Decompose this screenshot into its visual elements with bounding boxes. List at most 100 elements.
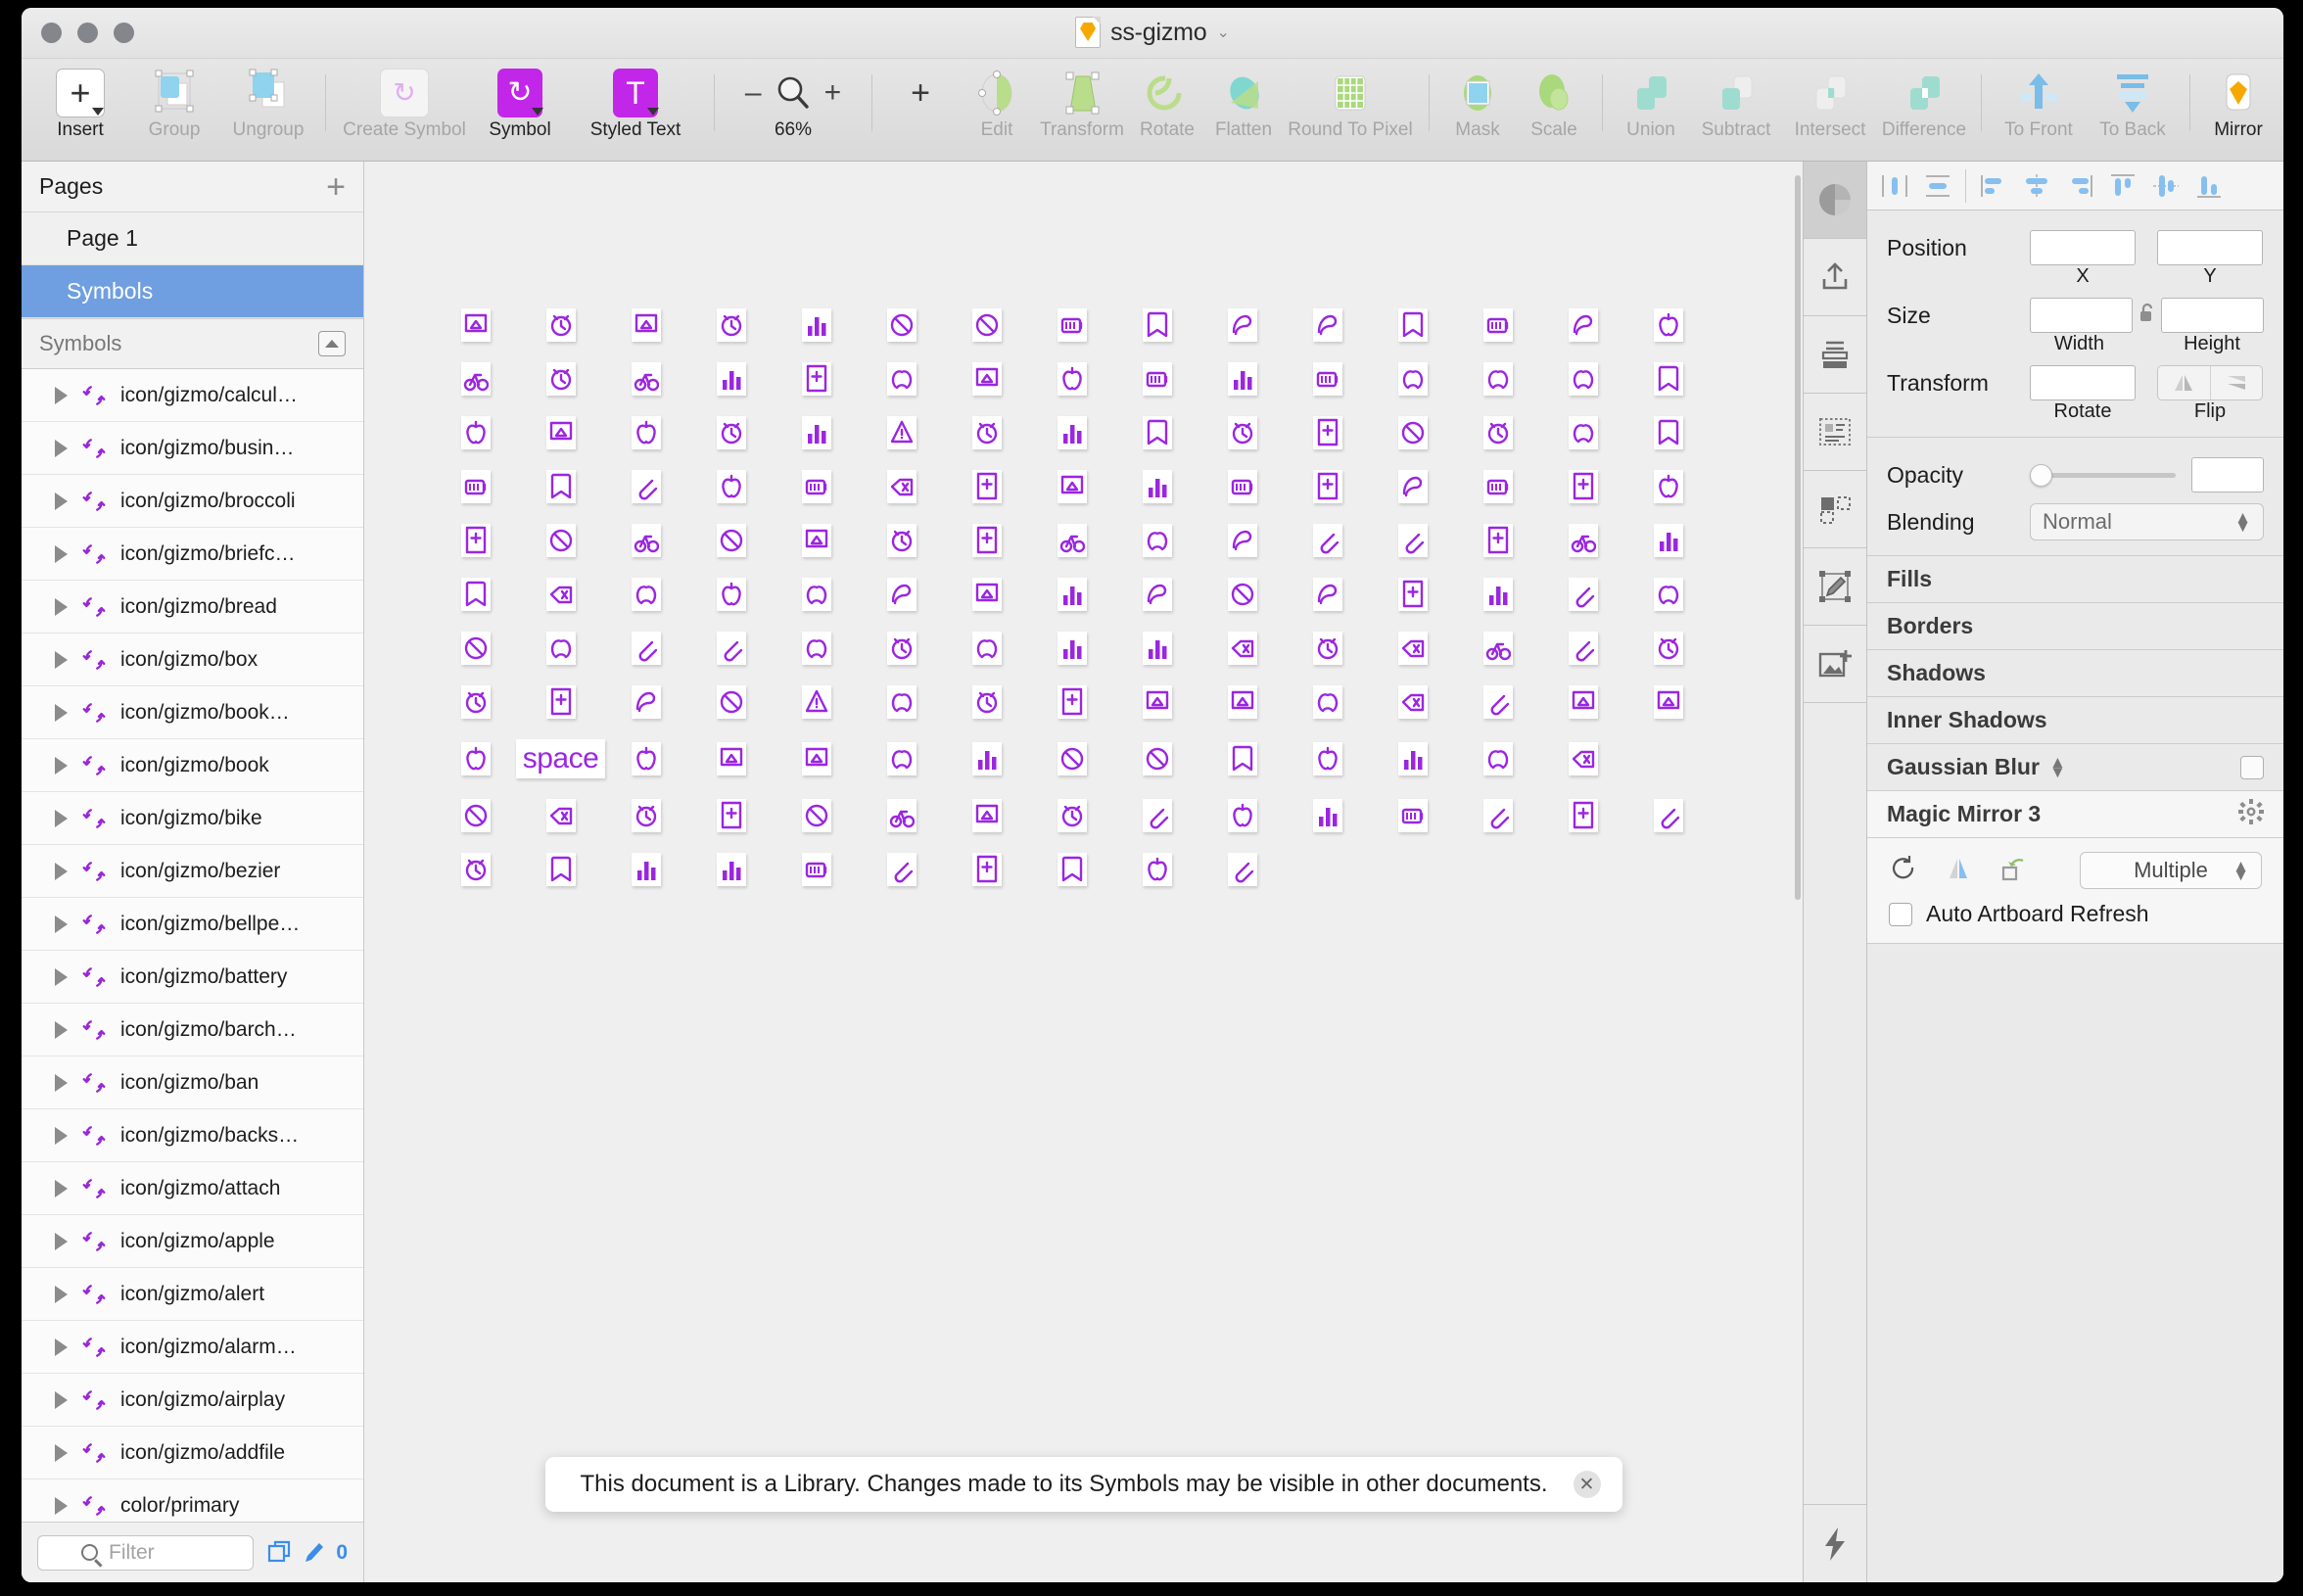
- symbol-list-item[interactable]: icon/gizmo/alert: [22, 1268, 363, 1321]
- lightning-bolt-icon[interactable]: [1804, 1505, 1866, 1582]
- search-input[interactable]: [81, 1540, 254, 1565]
- symbol-list-item[interactable]: icon/gizmo/ban: [22, 1056, 363, 1109]
- symbol-tile-quote[interactable]: [886, 799, 916, 832]
- symbol-tile-up[interactable]: [971, 799, 1002, 832]
- symbol-tile-umbrella2[interactable]: [545, 685, 576, 719]
- symbol-tile-bellpepper[interactable]: [1312, 308, 1342, 342]
- symbol-tile-mug[interactable]: [1227, 578, 1257, 611]
- symbol-tile-copyfile[interactable]: [545, 416, 576, 449]
- symbol-tile-drop[interactable]: [1653, 416, 1683, 449]
- toolbar-mask[interactable]: Mask: [1439, 65, 1516, 141]
- symbol-tile-battery[interactable]: [1227, 308, 1257, 342]
- toolbar-flatten[interactable]: Flatten: [1205, 65, 1282, 141]
- symbol-list-item[interactable]: icon/gizmo/bike: [22, 792, 363, 845]
- symbol-tile-timer[interactable]: [1142, 742, 1172, 775]
- symbol-tile-drop2[interactable]: [1397, 524, 1428, 557]
- opacity-slider[interactable]: [2030, 463, 2176, 487]
- flip-vertical-icon[interactable]: [2209, 366, 2263, 399]
- symbol-tile-upleft[interactable]: [1057, 799, 1087, 832]
- align-middle-icon[interactable]: [2144, 164, 2187, 208]
- disclosure-triangle-icon[interactable]: [55, 544, 68, 563]
- disclosure-triangle-icon[interactable]: [55, 1020, 68, 1039]
- symbol-tile-folderup[interactable]: [1397, 799, 1428, 832]
- contrast-pie-icon[interactable]: [1804, 162, 1866, 239]
- symbol-tile-user[interactable]: [1653, 799, 1683, 832]
- disclosure-triangle-icon[interactable]: [55, 386, 68, 404]
- symbol-tile-globe[interactable]: [1397, 470, 1428, 503]
- symbol-tile-brush[interactable]: [631, 799, 661, 832]
- symbol-tile-book2[interactable]: [545, 470, 576, 503]
- symbol-tile-attach[interactable]: [886, 308, 916, 342]
- symbol-tile-snowflake[interactable]: [460, 742, 491, 775]
- align-bottom-icon[interactable]: [2187, 164, 2231, 208]
- symbol-tile-note[interactable]: [1057, 578, 1087, 611]
- symbol-tile-robot[interactable]: [1482, 742, 1513, 775]
- symbol-tile-owl[interactable]: [1397, 742, 1428, 775]
- toolbar-plus-mini[interactable]: +: [882, 65, 959, 119]
- symbol-tile-circle[interactable]: [886, 685, 916, 719]
- position-x-field[interactable]: [2030, 230, 2136, 265]
- disclosure-triangle-icon[interactable]: [55, 862, 68, 880]
- unlocked-icon[interactable]: [2133, 302, 2161, 329]
- canvas-vertical-scrollbar[interactable]: [1793, 162, 1803, 1582]
- position-y-field[interactable]: [2157, 230, 2263, 265]
- symbol-tile-volume[interactable]: [545, 578, 576, 611]
- symbol-tile-cloudupload[interactable]: [1312, 799, 1342, 832]
- rotate-field[interactable]: [2030, 365, 2136, 400]
- symbol-tile-pen[interactable]: [460, 632, 491, 665]
- gear-icon[interactable]: [2238, 798, 2264, 830]
- flip-horizontal-icon[interactable]: [2158, 366, 2210, 399]
- symbol-tile-barchart[interactable]: [1142, 308, 1172, 342]
- symbol-list-item[interactable]: icon/gizmo/attach: [22, 1162, 363, 1215]
- symbol-tile-bike[interactable]: [1482, 308, 1513, 342]
- symbol-tile-eyes[interactable]: [1568, 742, 1598, 775]
- symbol-list-item[interactable]: icon/gizmo/bezier: [22, 845, 363, 898]
- blending-select[interactable]: Normal ▲ ▼: [2030, 503, 2264, 540]
- document-title-group[interactable]: ss-gizmo ⌄: [22, 17, 2283, 48]
- toolbar-insert[interactable]: + Insert: [33, 65, 127, 141]
- symbol-tile-doc2[interactable]: [1057, 685, 1087, 719]
- symbol-list-item[interactable]: icon/gizmo/barch…: [22, 1004, 363, 1056]
- symbol-tile-chart[interactable]: [1397, 632, 1428, 665]
- symbol-tile-link[interactable]: [716, 799, 746, 832]
- width-field[interactable]: [2030, 298, 2133, 333]
- symbol-tile-chip[interactable]: [716, 578, 746, 611]
- symbol-tile-spray[interactable]: [801, 742, 831, 775]
- symbol-tile-coins[interactable]: [1312, 632, 1342, 665]
- symbol-tile-exit[interactable]: [631, 578, 661, 611]
- symbol-tile-server[interactable]: [1227, 742, 1257, 775]
- symbol-tile-snow[interactable]: [631, 685, 661, 719]
- symbol-tile-hand[interactable]: [1227, 470, 1257, 503]
- chevron-down-icon[interactable]: [92, 108, 104, 116]
- symbol-tile-wrap[interactable]: [631, 853, 661, 886]
- artboard-squares-icon[interactable]: [1804, 471, 1866, 548]
- align-top-icon[interactable]: [2101, 164, 2144, 208]
- symbol-tile-phone[interactable]: [545, 632, 576, 665]
- symbol-list-item[interactable]: icon/gizmo/book…: [22, 686, 363, 739]
- symbol-tile-folderdown[interactable]: [1482, 416, 1513, 449]
- symbol-tile-calendar2[interactable]: [1312, 470, 1342, 503]
- disclosure-triangle-icon[interactable]: [55, 1232, 68, 1250]
- symbol-tile-download[interactable]: [1227, 416, 1257, 449]
- flip-buttons[interactable]: [2157, 365, 2263, 400]
- disclosure-triangle-icon[interactable]: [55, 492, 68, 510]
- image-add-icon[interactable]: [1804, 626, 1866, 703]
- close-icon[interactable]: ✕: [1573, 1471, 1601, 1498]
- disclosure-triangle-icon[interactable]: [55, 1285, 68, 1303]
- symbol-tile-menu[interactable]: [1653, 685, 1683, 719]
- symbol-tile-doc[interactable]: [971, 416, 1002, 449]
- symbol-tile-desktop[interactable]: [631, 416, 661, 449]
- symbol-list-item[interactable]: icon/gizmo/apple: [22, 1215, 363, 1268]
- pen-icon[interactable]: [303, 1540, 326, 1566]
- toolbar-intersect[interactable]: Intersect: [1783, 65, 1877, 141]
- symbol-list-item[interactable]: icon/gizmo/broccoli: [22, 475, 363, 528]
- chevron-updown-icon[interactable]: ▲ ▼: [2232, 858, 2249, 883]
- symbol-tile-zoomin[interactable]: [1142, 853, 1172, 886]
- symbol-tile-coin[interactable]: [1312, 362, 1342, 396]
- symbol-tile-pie[interactable]: [801, 632, 831, 665]
- symbol-tile-wheelchair[interactable]: [460, 853, 491, 886]
- symbol-tile-checklist[interactable]: [631, 362, 661, 396]
- symbol-tile-touch[interactable]: [716, 742, 746, 775]
- symbol-tile-nopen[interactable]: [971, 853, 1002, 886]
- align-right-icon[interactable]: [2058, 164, 2101, 208]
